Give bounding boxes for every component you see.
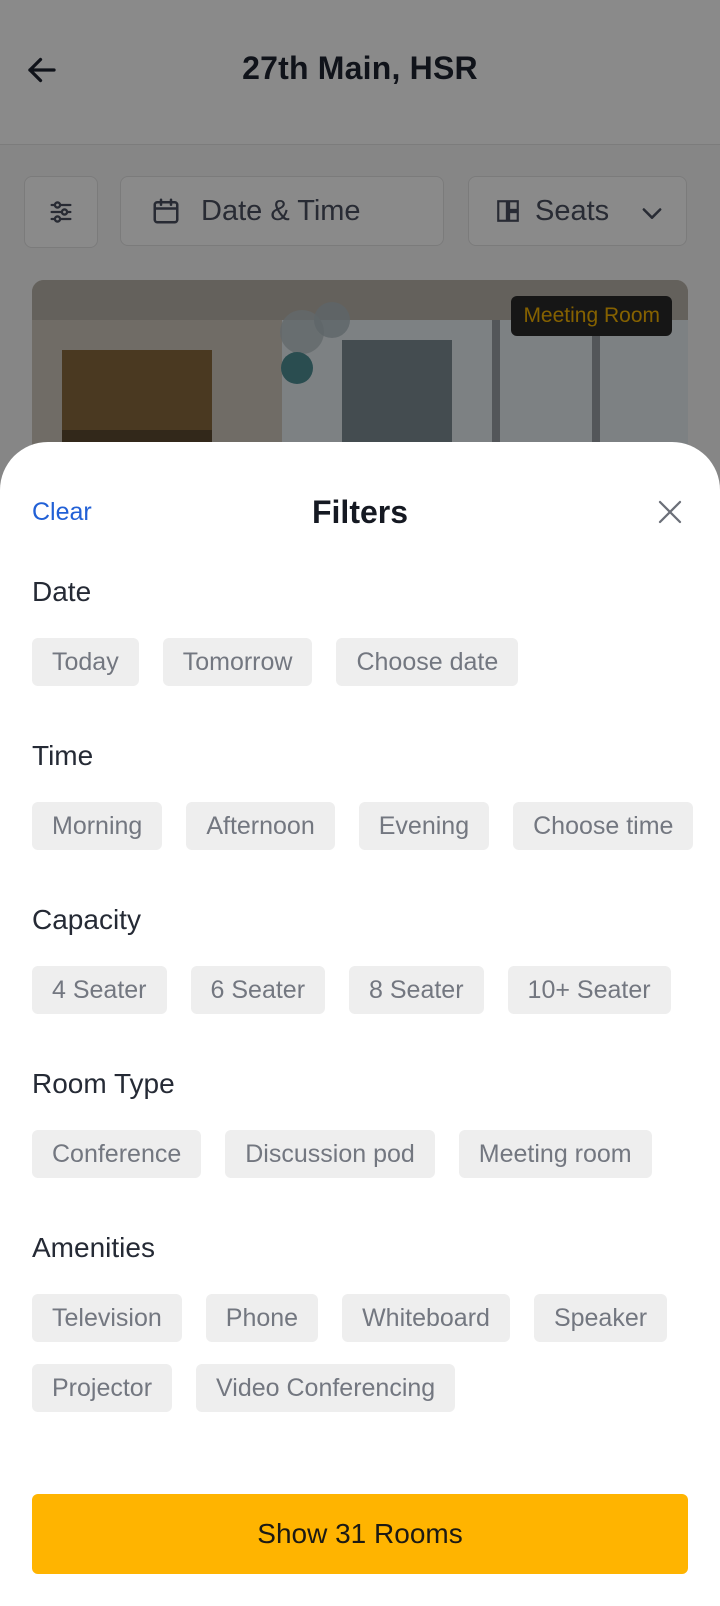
chip-meeting-room[interactable]: Meeting room	[458, 1130, 652, 1178]
chip-tomorrow[interactable]: Tomorrow	[162, 638, 313, 686]
chip-whiteboard[interactable]: Whiteboard	[342, 1294, 510, 1342]
chip-row-room-type: Conference Discussion pod Meeting room	[32, 1130, 652, 1178]
chip-row-amenities-1: Television Phone Whiteboard Speaker	[32, 1294, 668, 1342]
chip-6-seater[interactable]: 6 Seater	[190, 966, 326, 1014]
chip-evening[interactable]: Evening	[358, 802, 490, 850]
chip-row-capacity: 4 Seater 6 Seater 8 Seater 10+ Seater	[32, 966, 671, 1014]
chip-today[interactable]: Today	[32, 638, 139, 686]
sheet-header: Clear Filters	[0, 442, 720, 582]
sheet-title: Filters	[311, 494, 409, 530]
chip-morning[interactable]: Morning	[32, 802, 163, 850]
chip-10-plus-seater[interactable]: 10+ Seater	[507, 966, 671, 1014]
section-label-amenities: Amenities	[32, 1232, 155, 1263]
chip-discussion-pod[interactable]: Discussion pod	[225, 1130, 435, 1178]
close-button[interactable]	[652, 494, 688, 530]
chip-afternoon[interactable]: Afternoon	[186, 802, 335, 850]
chip-conference[interactable]: Conference	[32, 1130, 202, 1178]
chip-row-amenities-2: Projector Video Conferencing	[32, 1364, 456, 1412]
close-icon	[658, 500, 682, 524]
chip-choose-date[interactable]: Choose date	[336, 638, 519, 686]
filters-sheet: Clear Filters Date Today Tomorrow Choose…	[0, 442, 720, 1606]
section-label-date: Date	[32, 576, 92, 607]
chip-television[interactable]: Television	[32, 1294, 182, 1342]
show-rooms-button[interactable]: Show 31 Rooms	[32, 1494, 688, 1574]
chip-projector[interactable]: Projector	[32, 1364, 173, 1412]
chip-row-date: Today Tomorrow Choose date	[32, 638, 519, 686]
chip-speaker[interactable]: Speaker	[533, 1294, 668, 1342]
chip-row-time: Morning Afternoon Evening Choose time	[32, 802, 694, 850]
chip-phone[interactable]: Phone	[205, 1294, 319, 1342]
chip-video-conferencing[interactable]: Video Conferencing	[196, 1364, 456, 1412]
chip-8-seater[interactable]: 8 Seater	[349, 966, 484, 1014]
section-label-time: Time	[32, 740, 94, 771]
section-label-capacity: Capacity	[32, 904, 141, 935]
section-label-room-type: Room Type	[32, 1068, 175, 1099]
chip-choose-time[interactable]: Choose time	[513, 802, 694, 850]
chip-4-seater[interactable]: 4 Seater	[32, 966, 167, 1014]
